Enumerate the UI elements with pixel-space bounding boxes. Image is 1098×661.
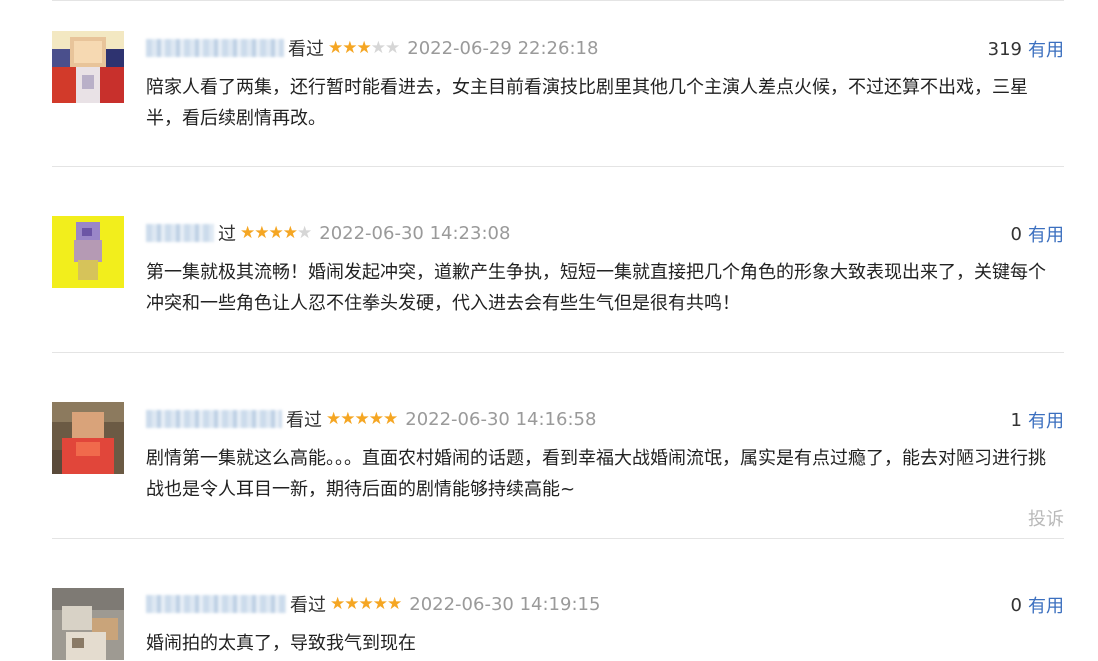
comment-text: 陪家人看了两集，还行暂时能看进去，女主目前看演技比剧里其他几个主演人差点火候，不… xyxy=(146,77,1028,129)
star-rating: ★ ★ ★ ★ ★ xyxy=(326,408,398,429)
star-filled-icon: ★ xyxy=(326,408,341,429)
star-filled-icon: ★ xyxy=(282,222,298,243)
star-rating: ★ ★ ★ ★ ★ xyxy=(328,37,400,58)
star-filled-icon: ★ xyxy=(356,37,372,58)
star-filled-icon: ★ xyxy=(372,593,388,614)
username[interactable] xyxy=(146,595,286,613)
username[interactable] xyxy=(146,39,284,57)
comment-header: 看过 ★ ★ ★ ★ ★ 2022-06-30 14:16:58 xyxy=(146,407,1064,431)
votes: 0 有用 xyxy=(1011,592,1064,618)
votes: 1 有用 xyxy=(1011,407,1064,433)
divider xyxy=(52,538,1064,539)
useful-button[interactable]: 有用 xyxy=(1028,221,1064,247)
vote-count: 1 xyxy=(1010,409,1022,431)
divider xyxy=(52,0,1064,1)
star-rating: ★ ★ ★ ★ ★ xyxy=(240,222,312,243)
comment-text: 剧情第一集就这么高能。。。直面农村婚闹的话题，看到幸福大战婚闹流氓，属实是有点过… xyxy=(146,448,1046,500)
comment-header: 过 ★ ★ ★ ★ ★ 2022-06-30 14:23:08 xyxy=(146,221,1064,245)
star-filled-icon: ★ xyxy=(268,222,284,243)
star-filled-icon: ★ xyxy=(254,222,269,243)
comment-text: 第一集就极其流畅！婚闹发起冲突，道歉产生争执，短短一集就直接把几个角色的形象大致… xyxy=(146,262,1046,314)
star-empty-icon: ★ xyxy=(297,222,312,243)
watched-label: 看过 xyxy=(290,595,326,616)
star-filled-icon: ★ xyxy=(368,408,384,429)
comment-text: 婚闹拍的太真了，导致我气到现在 xyxy=(146,633,416,654)
timestamp: 2022-06-30 14:23:08 xyxy=(319,222,511,244)
star-filled-icon: ★ xyxy=(387,593,402,614)
votes: 0 有用 xyxy=(1011,221,1064,247)
star-filled-icon: ★ xyxy=(240,222,255,243)
star-rating: ★ ★ ★ ★ ★ xyxy=(330,593,402,614)
votes: 319 有用 xyxy=(988,36,1064,62)
star-filled-icon: ★ xyxy=(340,408,355,429)
vote-count: 319 xyxy=(987,38,1022,60)
star-filled-icon: ★ xyxy=(342,37,357,58)
comments-page: 看过 ★ ★ ★ ★ ★ 2022-06-29 22:26:18 319 有用 陪家人看… xyxy=(0,0,1098,661)
avatar[interactable] xyxy=(52,588,124,660)
divider xyxy=(52,166,1064,167)
star-empty-icon: ★ xyxy=(370,37,386,58)
avatar[interactable] xyxy=(52,216,124,288)
star-empty-icon: ★ xyxy=(385,37,400,58)
star-filled-icon: ★ xyxy=(354,408,370,429)
comment-header: 看过 ★ ★ ★ ★ ★ 2022-06-29 22:26:18 xyxy=(146,36,1064,60)
timestamp: 2022-06-29 22:26:18 xyxy=(407,37,599,59)
timestamp: 2022-06-30 14:16:58 xyxy=(405,408,597,430)
watched-label: 看过 xyxy=(286,410,322,431)
divider xyxy=(52,352,1064,353)
timestamp: 2022-06-30 14:19:15 xyxy=(409,593,601,615)
useful-button[interactable]: 有用 xyxy=(1028,36,1064,62)
watched-label: 过 xyxy=(218,224,236,245)
comment-header: 看过 ★ ★ ★ ★ ★ 2022-06-30 14:19:15 xyxy=(146,592,1064,616)
report-button[interactable]: 投诉 xyxy=(1028,505,1064,531)
star-filled-icon: ★ xyxy=(383,408,398,429)
username[interactable] xyxy=(146,410,282,428)
avatar[interactable] xyxy=(52,31,124,103)
vote-count: 0 xyxy=(1010,223,1022,245)
watched-label: 看过 xyxy=(288,39,324,60)
useful-button[interactable]: 有用 xyxy=(1028,407,1064,433)
star-filled-icon: ★ xyxy=(344,593,359,614)
username[interactable] xyxy=(146,224,214,242)
useful-button[interactable]: 有用 xyxy=(1028,592,1064,618)
star-filled-icon: ★ xyxy=(330,593,345,614)
star-filled-icon: ★ xyxy=(328,37,343,58)
avatar[interactable] xyxy=(52,402,124,474)
vote-count: 0 xyxy=(1010,594,1022,616)
star-filled-icon: ★ xyxy=(358,593,374,614)
